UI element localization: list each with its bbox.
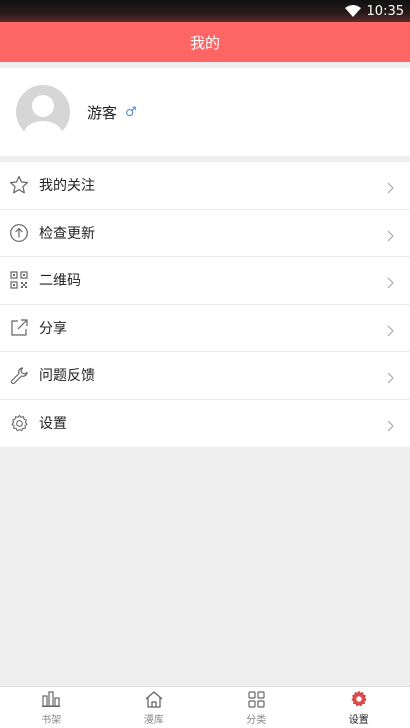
- tab-comic-library[interactable]: 漫库: [103, 687, 206, 728]
- menu-label: 设置: [39, 416, 67, 433]
- status-time: 10:35: [366, 3, 404, 19]
- arrow-up-circle-icon: [9, 223, 29, 243]
- menu-item-qr-code[interactable]: 二维码: [0, 257, 410, 305]
- chevron-right-icon: [387, 417, 394, 436]
- settings-menu: 我的关注 检查更新 二维码 分享 问题反馈 设置: [0, 162, 410, 447]
- menu-label: 检查更新: [39, 225, 95, 242]
- qr-code-icon: [9, 270, 29, 290]
- avatar[interactable]: [16, 85, 70, 139]
- chevron-right-icon: [387, 227, 394, 246]
- chevron-right-icon: [387, 369, 394, 388]
- menu-item-settings[interactable]: 设置: [0, 400, 410, 448]
- profile-card[interactable]: 游客 ♂: [0, 68, 410, 156]
- menu-label: 二维码: [39, 273, 81, 290]
- gear-icon: [9, 413, 29, 433]
- grid-icon: [246, 689, 266, 709]
- menu-item-share[interactable]: 分享: [0, 305, 410, 352]
- home-icon: [144, 689, 164, 709]
- bookshelf-icon: [41, 689, 61, 709]
- tab-label: 设置: [348, 715, 369, 726]
- profile-name: 游客: [87, 103, 118, 122]
- status-bar: 10:35: [0, 0, 410, 22]
- star-icon: [9, 175, 29, 195]
- male-gender-icon: ♂: [125, 104, 137, 120]
- tab-settings[interactable]: 设置: [308, 687, 410, 728]
- share-icon: [9, 318, 29, 338]
- chevron-right-icon: [387, 274, 394, 293]
- tab-category[interactable]: 分类: [205, 687, 308, 728]
- app-header: 我的: [0, 22, 410, 62]
- chevron-right-icon: [387, 322, 394, 341]
- tab-label: 分类: [246, 715, 267, 726]
- menu-item-check-update[interactable]: 检查更新: [0, 210, 410, 257]
- gear-icon: [349, 689, 369, 709]
- menu-label: 我的关注: [39, 178, 95, 195]
- menu-item-feedback[interactable]: 问题反馈: [0, 352, 410, 400]
- bottom-tab-bar: 书架 漫库 分类 设置: [0, 686, 410, 728]
- wrench-icon: [9, 365, 29, 385]
- menu-label: 分享: [39, 320, 67, 337]
- wifi-icon: [344, 5, 361, 17]
- tab-label: 书架: [41, 715, 62, 726]
- page-title: 我的: [189, 33, 220, 52]
- tab-bookshelf[interactable]: 书架: [0, 687, 103, 728]
- tab-label: 漫库: [143, 715, 164, 726]
- menu-item-follow[interactable]: 我的关注: [0, 162, 410, 210]
- menu-label: 问题反馈: [39, 368, 95, 385]
- chevron-right-icon: [387, 179, 394, 198]
